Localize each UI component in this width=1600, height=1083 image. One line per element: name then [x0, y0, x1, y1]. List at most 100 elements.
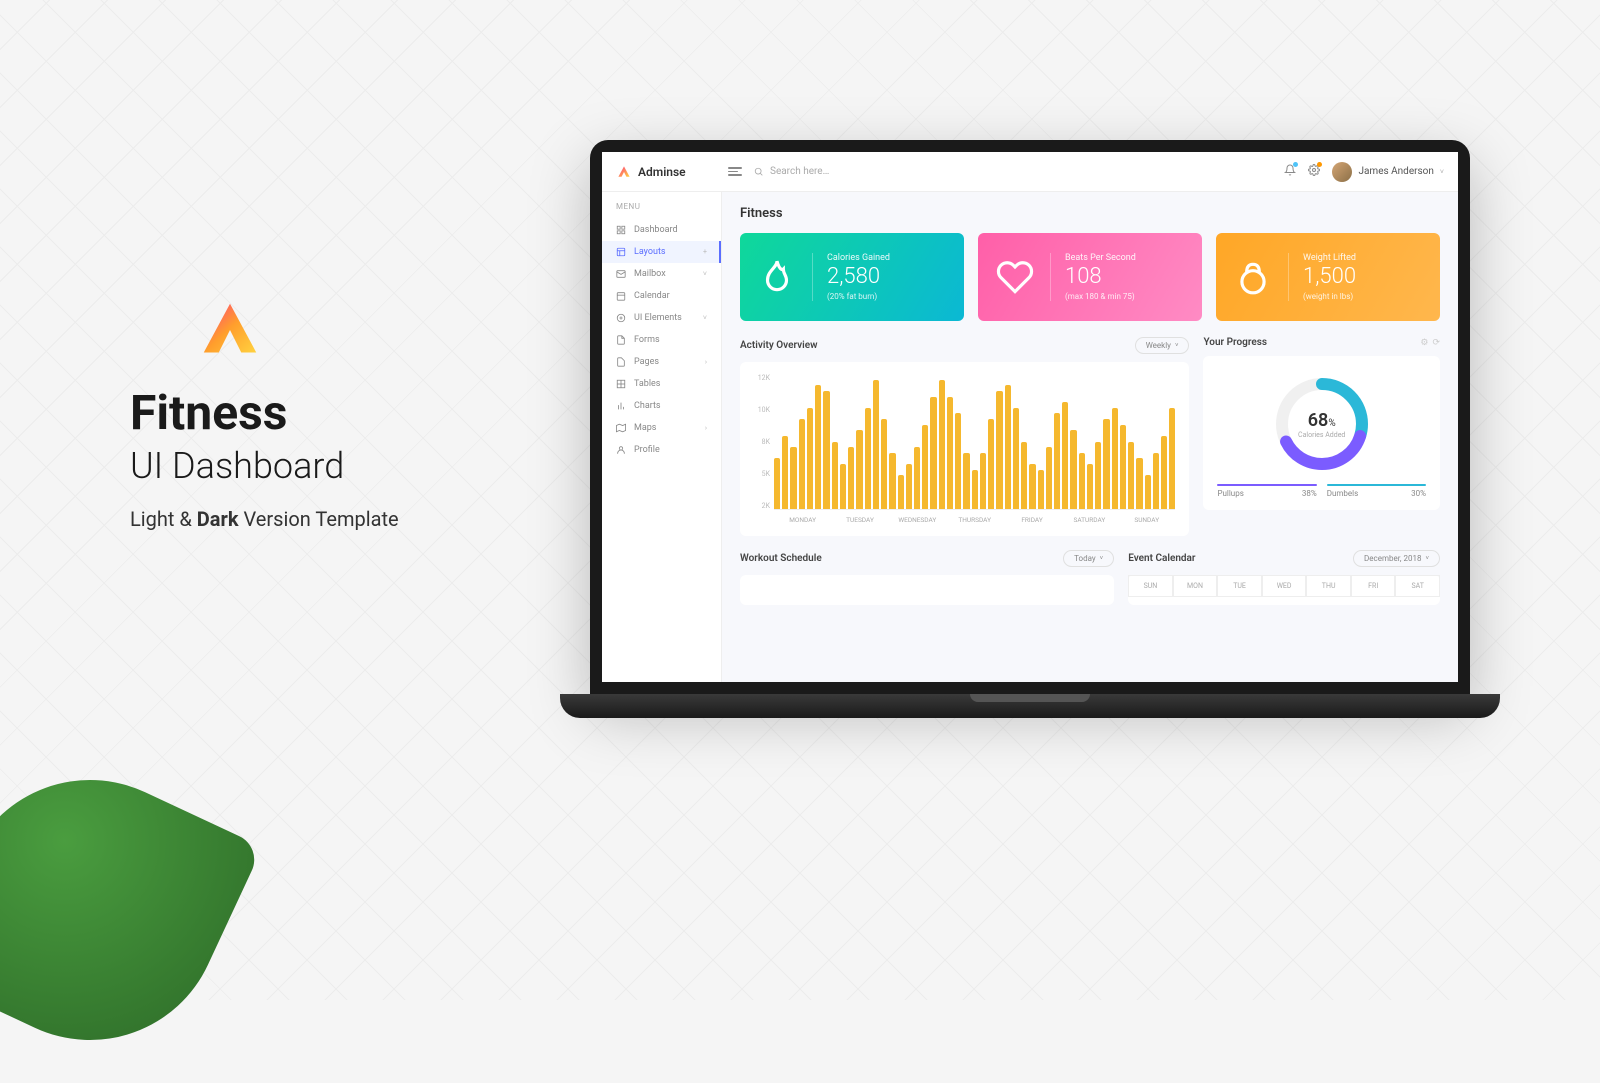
nav-label: Profile — [634, 445, 660, 455]
sidebar-item-forms[interactable]: Forms — [602, 329, 721, 351]
sidebar-item-ui-elements[interactable]: UI Elements˅ — [602, 307, 721, 329]
chevron-down-icon: ˅ — [1100, 555, 1104, 562]
brand-name: Adminse — [638, 165, 686, 179]
chart-bar — [1005, 385, 1011, 509]
brand-logo-icon — [616, 164, 632, 180]
activity-title: Activity Overview — [740, 340, 818, 351]
chart-bar — [1079, 453, 1085, 509]
stat-card-flame[interactable]: Calories Gained2,580(20% fat burn) — [740, 233, 964, 321]
table-icon — [616, 379, 626, 389]
expand-icon: ˅ — [703, 314, 707, 322]
chart-bar — [799, 419, 805, 509]
avatar — [1332, 162, 1352, 182]
progress-refresh-icon[interactable]: ⟳ — [1432, 338, 1440, 348]
calendar-panel: SUNMONTUEWEDTHUFRISAT — [1128, 575, 1440, 605]
mail-icon — [616, 269, 626, 279]
menu-toggle-icon[interactable] — [728, 167, 742, 176]
chart-bar — [1087, 464, 1093, 509]
promo-title: Fitness — [130, 384, 490, 441]
progress-title: Your Progress — [1203, 337, 1267, 348]
chart-bar — [848, 447, 854, 509]
sidebar-item-layouts[interactable]: Layouts+ — [602, 241, 721, 263]
chart-bar — [1046, 447, 1052, 509]
chevron-down-icon: ˅ — [1440, 168, 1444, 176]
chart-bar — [1029, 464, 1035, 509]
progress-settings-icon[interactable]: ⚙ — [1420, 338, 1428, 348]
progress-legend: Pullups38%Dumbels30% — [1217, 484, 1426, 498]
brand-logo[interactable]: Adminse — [616, 164, 716, 180]
stat-sub: (weight in lbs) — [1303, 292, 1356, 301]
chart-bar — [972, 470, 978, 509]
expand-icon: › — [705, 424, 707, 432]
chart-x-axis: MONDAYTUESDAYWEDNESDAYTHURSDAYFRIDAYSATU… — [774, 510, 1175, 524]
calendar-icon — [616, 291, 626, 301]
chart-bar — [832, 442, 838, 510]
sidebar-item-dashboard[interactable]: Dashboard — [602, 219, 721, 241]
main-content: Fitness Calories Gained2,580(20% fat bur… — [722, 192, 1458, 682]
sidebar-item-pages[interactable]: Pages› — [602, 351, 721, 373]
nav-label: Calendar — [634, 291, 670, 301]
chart-bar — [1038, 470, 1044, 509]
chart-bar — [1128, 442, 1134, 510]
sidebar: MENU DashboardLayouts+Mailbox˅CalendarUI… — [602, 192, 722, 682]
chart-bar — [865, 408, 871, 509]
weekday-header: THU — [1306, 575, 1351, 597]
weekday-header: TUE — [1217, 575, 1262, 597]
stat-card-heart[interactable]: Beats Per Second108(max 180 & min 75) — [978, 233, 1202, 321]
user-menu[interactable]: James Anderson ˅ — [1332, 162, 1444, 182]
chart-bar — [889, 453, 895, 509]
chart-bar — [774, 458, 780, 509]
activity-range-select[interactable]: Weekly˅ — [1135, 337, 1190, 354]
calendar-range-select[interactable]: December, 2018˅ — [1353, 550, 1440, 567]
chart-y-axis: 12K10K8K5K2K — [754, 374, 774, 524]
weekday-header: SUN — [1128, 575, 1173, 597]
notification-dot — [1293, 162, 1298, 167]
nav-label: Charts — [634, 401, 661, 411]
stat-label: Calories Gained — [827, 253, 890, 263]
sidebar-item-maps[interactable]: Maps› — [602, 417, 721, 439]
promo-block: Fitness UI Dashboard Light & Dark Versio… — [130, 300, 490, 531]
chart-bar — [790, 447, 796, 509]
weekday-header: MON — [1173, 575, 1218, 597]
sidebar-item-charts[interactable]: Charts — [602, 395, 721, 417]
chart-bar — [873, 380, 879, 509]
progress-panel: 68% Calories Added Pullups38%Dumbels30% — [1203, 356, 1440, 510]
chart-bars — [774, 374, 1175, 510]
nav-label: Pages — [634, 357, 659, 367]
settings-dot — [1317, 162, 1322, 167]
chart-bar — [1153, 453, 1159, 509]
nav-label: Tables — [634, 379, 660, 389]
search-field[interactable]: Search here… — [754, 166, 1272, 177]
search-placeholder: Search here… — [770, 166, 829, 177]
chart-bar — [823, 391, 829, 509]
stat-value: 108 — [1065, 265, 1136, 289]
ui-icon — [616, 313, 626, 323]
laptop-base — [560, 694, 1500, 718]
stat-label: Weight Lifted — [1303, 253, 1356, 263]
chart-bar — [963, 453, 969, 509]
page-title: Fitness — [740, 206, 1440, 221]
progress-label: Calories Added — [1298, 431, 1345, 439]
laptop-mockup: Adminse Search here… James Anderson ˅ ME… — [590, 140, 1470, 718]
chart-bar — [840, 464, 846, 509]
chart-bar — [815, 385, 821, 509]
notifications-button[interactable] — [1284, 164, 1296, 179]
sidebar-item-mailbox[interactable]: Mailbox˅ — [602, 263, 721, 285]
topbar: Adminse Search here… James Anderson ˅ — [602, 152, 1458, 192]
chart-bar — [1062, 402, 1068, 509]
calendar-weekdays: SUNMONTUEWEDTHUFRISAT — [1128, 575, 1440, 597]
settings-button[interactable] — [1308, 164, 1320, 179]
stat-card-kettlebell[interactable]: Weight Lifted1,500(weight in lbs) — [1216, 233, 1440, 321]
promo-tagline: Light & Dark Version Template — [130, 507, 490, 531]
chart-bar — [1013, 408, 1019, 509]
workout-title: Workout Schedule — [740, 553, 822, 564]
sidebar-item-profile[interactable]: Profile — [602, 439, 721, 461]
sidebar-item-tables[interactable]: Tables — [602, 373, 721, 395]
chart-bar — [782, 436, 788, 509]
expand-icon: + — [703, 248, 707, 256]
sidebar-item-calendar[interactable]: Calendar — [602, 285, 721, 307]
workout-range-select[interactable]: Today˅ — [1063, 550, 1114, 567]
chart-bar — [898, 475, 904, 509]
layout-icon — [616, 247, 626, 257]
legend-item: Dumbels30% — [1327, 484, 1426, 498]
